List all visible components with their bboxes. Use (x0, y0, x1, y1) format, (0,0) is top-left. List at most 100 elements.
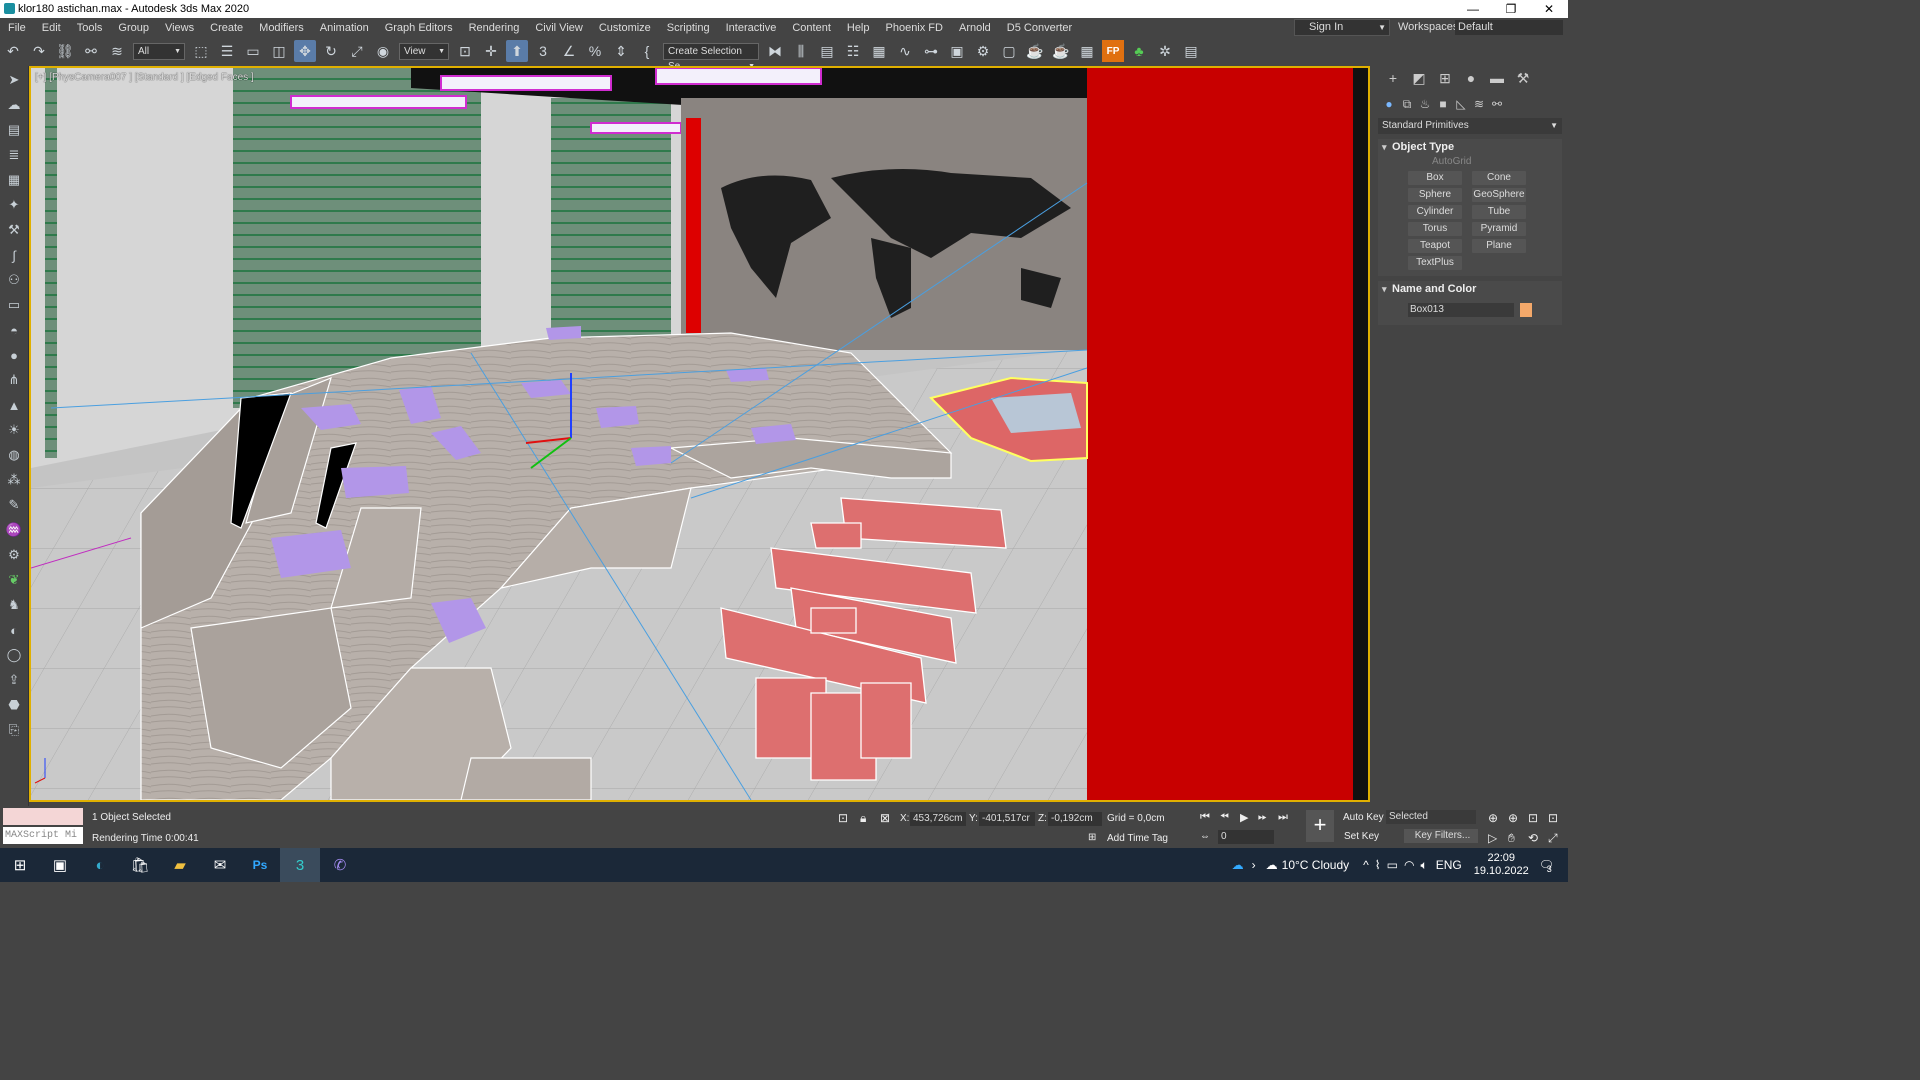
toggle-ribbon-icon[interactable]: ▦ (868, 40, 890, 62)
link-icon[interactable]: ⛓ (54, 40, 76, 62)
name-color-title[interactable]: Name and Color (1378, 281, 1562, 297)
key-mode-select[interactable]: Selected (1386, 810, 1476, 824)
weather-text[interactable]: 10°C Cloudy (1282, 858, 1350, 872)
lock-icon[interactable]: 🔒︎ (860, 811, 866, 826)
file-explorer-icon[interactable]: ▰ (160, 848, 200, 882)
menu-tools[interactable]: Tools (69, 22, 111, 34)
scene-explorer-icon[interactable]: ▤ (816, 40, 838, 62)
viber-icon[interactable]: ✆ (320, 848, 360, 882)
utilities-tab-icon[interactable]: ⚒ (1510, 70, 1536, 87)
menu-phoenix-fd[interactable]: Phoenix FD (878, 22, 951, 34)
onedrive-icon[interactable]: ☁ (1232, 858, 1244, 872)
select-icon[interactable]: ➤ (2, 69, 26, 91)
notifications-icon[interactable]: 🗨︎ 3 (1539, 858, 1554, 874)
primitive-torus-button[interactable]: Torus (1408, 222, 1462, 236)
bind-spacewarp-icon[interactable]: ≋ (106, 40, 128, 62)
pivot-center-icon[interactable]: ⊡ (454, 40, 476, 62)
align-icon[interactable]: ⫼ (790, 40, 812, 62)
maxscript-mini-listener[interactable]: MAXScript Mi (3, 827, 83, 844)
z-coordinate-field[interactable]: -0,192cm (1048, 812, 1102, 826)
pan-icon[interactable]: ✋︎ (1508, 831, 1515, 846)
menu-d5-converter[interactable]: D5 Converter (999, 22, 1080, 34)
horse-icon[interactable]: ♞ (2, 594, 26, 616)
keyboard-shortcut-toggle-icon[interactable]: ⬆ (506, 40, 528, 62)
go-to-start-icon[interactable]: ⏮ (1200, 811, 1210, 824)
primitive-cone-button[interactable]: Cone (1472, 171, 1526, 185)
isolate-icon[interactable]: ⊡ (838, 811, 848, 825)
place-icon[interactable]: ◉ (372, 40, 394, 62)
hair-icon[interactable]: ♒ (2, 519, 26, 541)
schematic-view-icon[interactable]: ⊶ (920, 40, 942, 62)
tool-icon[interactable]: ⚒ (2, 219, 26, 241)
cameras-icon[interactable]: ■ (1434, 97, 1452, 111)
panel-icon[interactable]: ▤ (2, 119, 26, 141)
cone-icon[interactable]: ▲ (2, 394, 26, 416)
redo-icon[interactable]: ↷ (28, 40, 50, 62)
lights-icon[interactable]: ♨ (1416, 97, 1434, 111)
plugin-fp-icon[interactable]: FP (1102, 40, 1124, 62)
select-manipulate-icon[interactable]: ✛ (480, 40, 502, 62)
set-key-button[interactable]: Set Key (1344, 831, 1379, 842)
add-key-icon[interactable]: + (1306, 810, 1334, 842)
wifi-icon[interactable]: ◠ (1404, 858, 1414, 872)
primitive-cylinder-button[interactable]: Cylinder (1408, 205, 1462, 219)
orbit-icon[interactable]: ⟲ (1528, 831, 1538, 845)
time-config-icon[interactable]: ⇔ (1200, 831, 1210, 842)
snaps-toggle-icon[interactable]: 3 (532, 40, 554, 62)
primitive-box-button[interactable]: Box (1408, 171, 1462, 185)
sign-in-button[interactable]: Sign In ▼ (1294, 19, 1390, 36)
mirror-icon[interactable]: ⧓ (764, 40, 786, 62)
network-icon[interactable]: ⌇ (1375, 858, 1381, 872)
primitive-geosphere-button[interactable]: GeoSphere (1472, 188, 1526, 202)
selection-filter-select[interactable]: All ▼ (133, 42, 185, 60)
add-time-tag-button[interactable]: Add Time Tag (1107, 833, 1168, 844)
menu-scripting[interactable]: Scripting (659, 22, 718, 34)
select-object-icon[interactable]: ⬚ (190, 40, 212, 62)
menu-views[interactable]: Views (157, 22, 202, 34)
clock[interactable]: 22:09 19.10.2022 (1474, 852, 1529, 878)
play-icon[interactable]: ▶ (1240, 811, 1248, 824)
zoom-icon[interactable]: ⊕ (1488, 811, 1498, 825)
render-setup-icon[interactable]: ⚙ (972, 40, 994, 62)
angle-snap-icon[interactable]: ∠ (558, 40, 580, 62)
rotate-icon[interactable]: ↻ (320, 40, 342, 62)
go-to-end-icon[interactable]: ⏭ (1278, 811, 1288, 824)
current-frame-field[interactable]: 0 (1218, 830, 1274, 844)
render-gallery-icon[interactable]: ▦ (1076, 40, 1098, 62)
globe-icon[interactable]: ◯ (2, 644, 26, 666)
zoom-all-icon[interactable]: ⊕ (1508, 811, 1518, 825)
workspace-select[interactable]: Default (1455, 20, 1563, 35)
modify-tab-icon[interactable]: ◩ (1406, 70, 1432, 87)
gear-icon[interactable]: ⚙ (2, 544, 26, 566)
object-color-swatch[interactable] (1520, 303, 1532, 317)
dome-icon[interactable]: ◓ (2, 319, 26, 341)
close-button[interactable]: ✕ (1530, 0, 1568, 18)
leaf-icon[interactable]: ❦ (2, 569, 26, 591)
named-selection-set-select[interactable]: Create Selection Se▼ (663, 42, 759, 72)
hdri-icon[interactable]: ◐ (2, 619, 26, 641)
menu-content[interactable]: Content (784, 22, 839, 34)
menu-civil-view[interactable]: Civil View (527, 22, 590, 34)
viewport-label[interactable]: [+] [PhysCamera007 ] [Standard ] [Edged … (35, 72, 254, 83)
menu-modifiers[interactable]: Modifiers (251, 22, 312, 34)
photoshop-icon[interactable]: Ps (240, 848, 280, 882)
script-icon[interactable]: ⎘ (2, 719, 26, 741)
spacewarps-icon[interactable]: ≋ (1470, 97, 1488, 111)
object-name-field[interactable]: Box013 (1408, 303, 1514, 317)
object-type-title[interactable]: Object Type (1378, 139, 1562, 155)
light-icon[interactable]: ✦ (2, 194, 26, 216)
ref-coord-select[interactable]: View ▼ (399, 42, 449, 60)
edge-icon[interactable]: ◐ (80, 848, 120, 882)
previous-frame-icon[interactable]: ⏪︎ (1220, 811, 1229, 824)
curve-editor-icon[interactable]: ∿ (894, 40, 916, 62)
restore-button[interactable]: ❐ (1492, 0, 1530, 18)
percent-snap-icon[interactable]: % (584, 40, 606, 62)
menu-help[interactable]: Help (839, 22, 878, 34)
menu-file[interactable]: File (0, 22, 34, 34)
zoom-extents-all-icon[interactable]: ⊡ (1548, 811, 1558, 825)
plane-icon[interactable]: ▭ (2, 294, 26, 316)
autogrid-checkbox[interactable]: AutoGrid (1378, 155, 1562, 169)
language-indicator[interactable]: ENG (1436, 858, 1462, 872)
task-view-icon[interactable]: ▣ (40, 848, 80, 882)
systems-icon[interactable]: ⚯ (1488, 97, 1506, 111)
